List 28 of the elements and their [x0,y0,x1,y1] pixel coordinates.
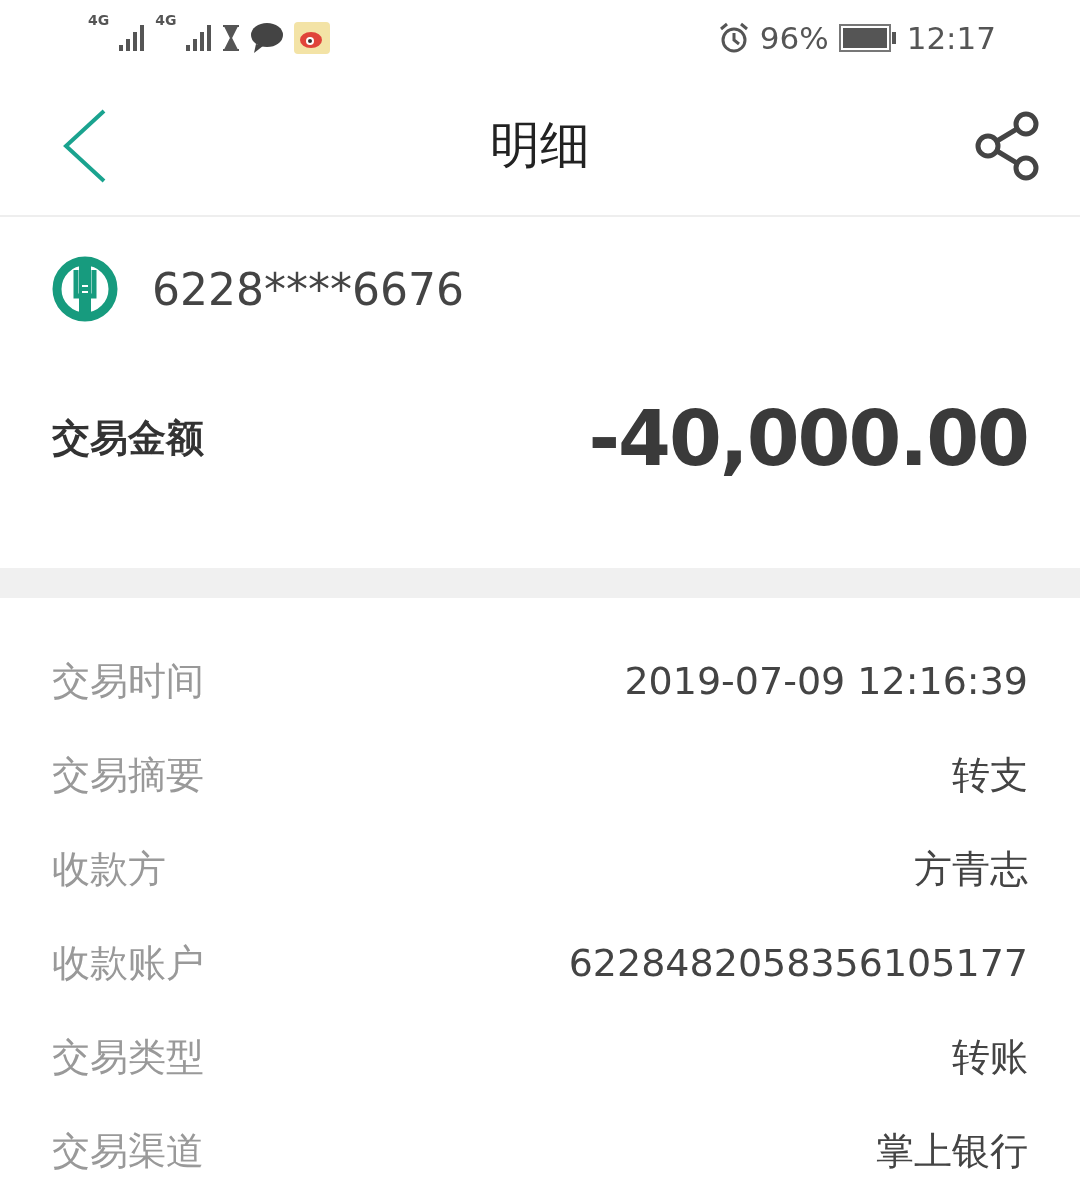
bank-logo-icon [52,256,118,323]
card-number: 6228****6676 [152,263,464,315]
network-label: 4G [88,12,110,29]
detail-label: 交易类型 [52,1033,204,1081]
signal-icon [186,25,213,52]
detail-label: 交易渠道 [52,1127,204,1175]
detail-value: 转支 [952,751,1028,799]
chat-bubble-icon [250,22,285,55]
page-title: 明细 [490,115,590,177]
detail-label: 交易摘要 [52,751,204,799]
signal-icon [119,25,146,52]
detail-value: 6228482058356105177 [568,941,1028,985]
detail-label: 收款方 [52,845,166,893]
detail-value: 方青志 [914,845,1028,893]
alarm-icon [717,22,750,55]
eye-logo-icon [294,22,331,55]
battery-icon [838,24,897,53]
detail-value: 2019-07-09 12:16:39 [624,659,1028,703]
amount-value: -40,000.00 [588,394,1028,484]
detail-label: 交易时间 [52,657,204,705]
network-label: 4G [155,12,177,29]
detail-value: 掌上银行 [876,1127,1028,1175]
battery-percent: 96% [759,20,829,57]
detail-label: 收款账户 [52,939,204,987]
amount-label: 交易金额 [52,415,204,463]
hourglass-icon [222,25,241,52]
clock-time: 12:17 [906,20,996,57]
detail-value: 转账 [952,1033,1028,1081]
